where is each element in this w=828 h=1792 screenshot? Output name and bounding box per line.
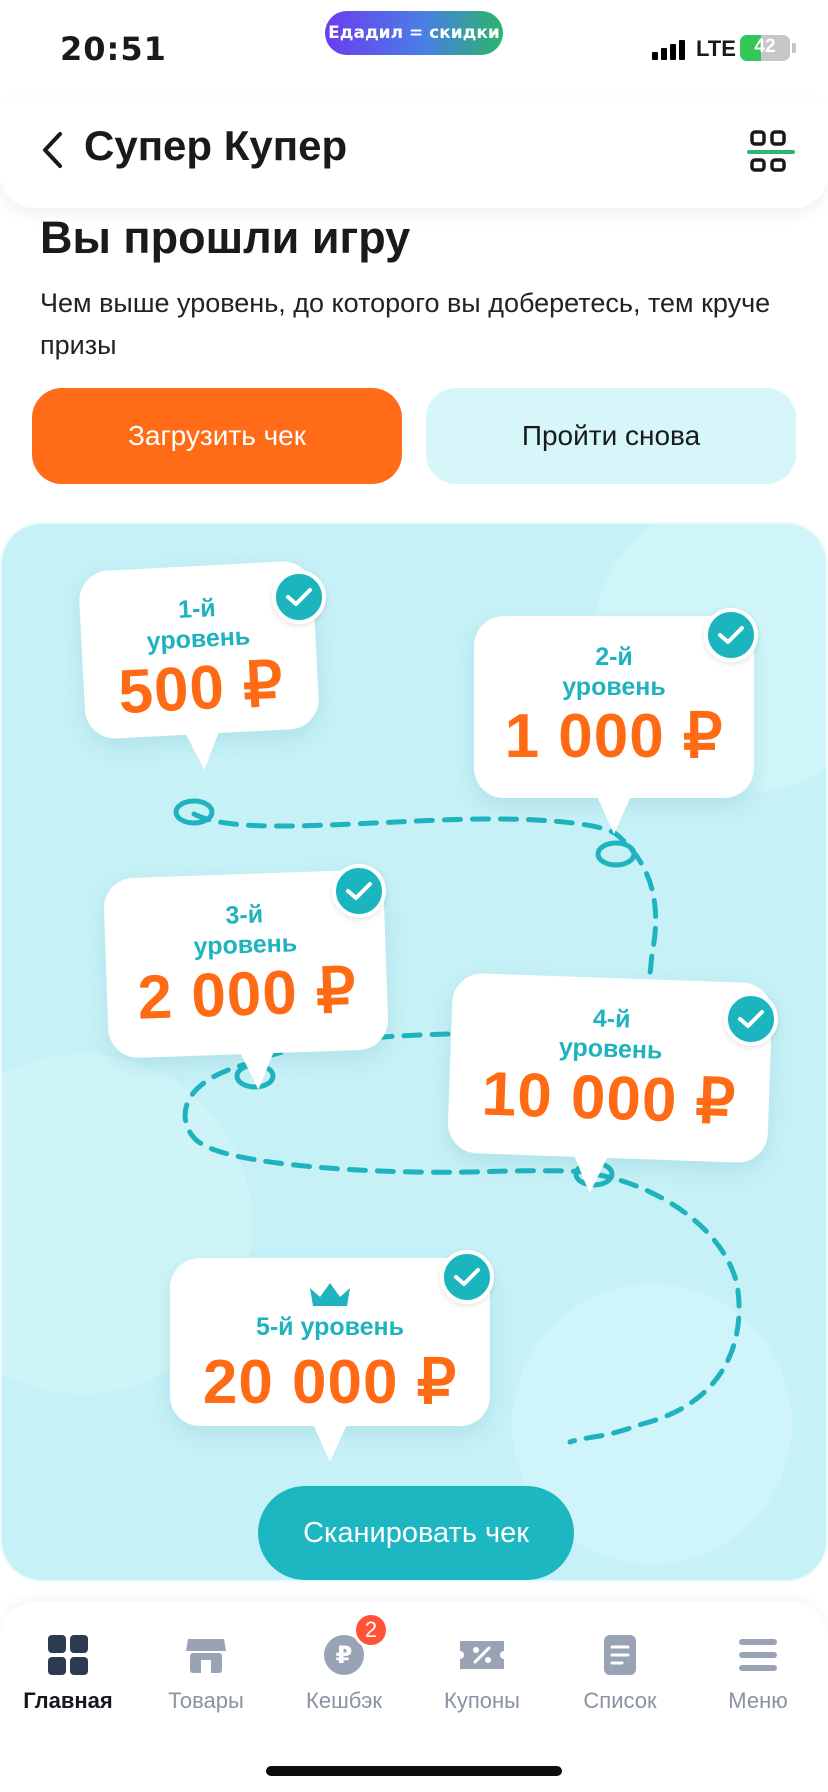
nav-item-home[interactable]: Главная xyxy=(3,1630,133,1714)
scan-code-button[interactable] xyxy=(746,128,796,176)
list-icon xyxy=(604,1635,636,1675)
nav-label: Купоны xyxy=(444,1688,520,1713)
level-prize: 10 000 ₽ xyxy=(480,1059,738,1138)
nav-item-products[interactable]: Товары xyxy=(141,1630,271,1714)
store-icon xyxy=(186,1639,226,1673)
page-title: Супер Купер xyxy=(84,122,348,169)
qr-scan-icon xyxy=(747,130,795,172)
nav-label: Меню xyxy=(728,1688,788,1713)
scan-receipt-button[interactable]: Сканировать чек xyxy=(258,1486,574,1580)
check-icon xyxy=(724,992,778,1046)
chevron-left-icon xyxy=(43,132,62,168)
nav-label: Список xyxy=(583,1688,657,1713)
level-prize: 500 ₽ xyxy=(116,649,286,728)
check-icon xyxy=(272,570,326,624)
status-time: 20:51 xyxy=(60,30,167,68)
play-again-button[interactable]: Пройти снова xyxy=(426,388,796,484)
nav-item-menu[interactable]: Меню xyxy=(693,1630,823,1714)
coupon-icon xyxy=(460,1641,504,1669)
svg-text:₽: ₽ xyxy=(336,1641,353,1669)
nav-label: Кешбэк xyxy=(306,1688,382,1713)
grid-icon xyxy=(48,1635,88,1675)
cashback-badge: 2 xyxy=(353,1612,389,1648)
level-label: 5-й уровень xyxy=(255,1313,405,1341)
menu-icon xyxy=(739,1639,777,1671)
level-prize: 20 000 ₽ xyxy=(202,1348,458,1417)
upload-receipt-button[interactable]: Загрузить чек xyxy=(32,388,402,484)
check-icon xyxy=(332,864,386,918)
signal-icon xyxy=(652,40,685,60)
nav-label: Главная xyxy=(23,1688,113,1713)
status-bar: 20:51 Едадил = скидки LTE 42 xyxy=(0,0,828,100)
intro-text: Чем выше уровень, до которого вы доберет… xyxy=(40,288,771,360)
level-4-card: 4-й уровень 10 000 ₽ xyxy=(446,972,774,1194)
nav-item-list[interactable]: Список xyxy=(555,1630,685,1714)
level-label: уровень xyxy=(562,673,666,701)
nav-label: Товары xyxy=(168,1688,244,1713)
level-prize: 2 000 ₽ xyxy=(136,956,358,1033)
battery-level: 42 xyxy=(754,36,776,57)
level-prize: 1 000 ₽ xyxy=(504,702,724,771)
nav-item-cashback[interactable]: ₽ 2 Кешбэк xyxy=(279,1612,409,1714)
intro-card: Вы прошли игру Чем выше уровень, до кото… xyxy=(0,176,828,516)
intro-title: Вы прошли игру xyxy=(40,212,411,263)
home-indicator xyxy=(266,1766,562,1776)
check-icon xyxy=(704,608,758,662)
battery-icon: 42 xyxy=(740,35,790,61)
battery-tip xyxy=(792,43,796,53)
promo-pill[interactable]: Едадил = скидки xyxy=(325,11,503,55)
bottom-nav: Главная Товары ₽ 2 Кешбэк Купоны Список … xyxy=(0,1602,828,1792)
network-type: LTE xyxy=(696,36,736,61)
back-button[interactable] xyxy=(30,126,74,174)
crown-icon xyxy=(310,1283,350,1306)
check-icon xyxy=(440,1250,494,1304)
nav-item-coupons[interactable]: Купоны xyxy=(417,1630,547,1714)
app-header: Супер Купер xyxy=(0,100,828,208)
game-board: 1-й уровень 500 ₽ 2-й уровень 1 000 ₽ 3-… xyxy=(0,522,828,1582)
